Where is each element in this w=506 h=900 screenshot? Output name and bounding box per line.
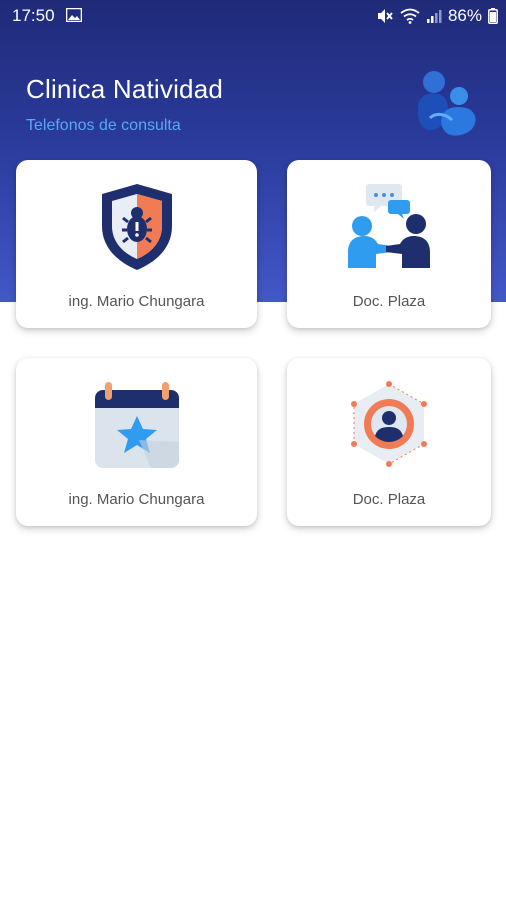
contact-card-2[interactable]: Doc. Plaza <box>287 160 491 328</box>
battery-icon <box>488 8 498 24</box>
gallery-notification-icon <box>66 8 82 22</box>
card-label: ing. Mario Chungara <box>68 491 205 508</box>
card-label: Doc. Plaza <box>352 491 426 508</box>
user-network-icon <box>351 381 427 467</box>
contact-card-1[interactable]: ing. Mario Chungara <box>16 160 257 328</box>
signal-icon <box>426 10 442 23</box>
contact-card-4[interactable]: Doc. Plaza <box>287 358 491 526</box>
security-shield-icon <box>101 184 172 270</box>
clinic-logo-icon <box>418 71 476 136</box>
consultation-icon <box>348 184 430 268</box>
card-label: Doc. Plaza <box>352 293 426 310</box>
contact-card-3[interactable]: ing. Mario Chungara <box>16 358 257 526</box>
mute-icon <box>377 9 393 23</box>
wifi-icon <box>400 8 420 24</box>
status-time: 17:50 <box>12 6 55 25</box>
app-title: Clinica Natividad <box>26 74 224 104</box>
app-subtitle: Telefonos de consulta <box>26 117 181 134</box>
status-bar: 17:50 86% <box>0 0 506 32</box>
card-label: ing. Mario Chungara <box>68 293 205 310</box>
battery-percent: 86% <box>447 6 482 25</box>
calendar-star-icon <box>94 382 179 468</box>
